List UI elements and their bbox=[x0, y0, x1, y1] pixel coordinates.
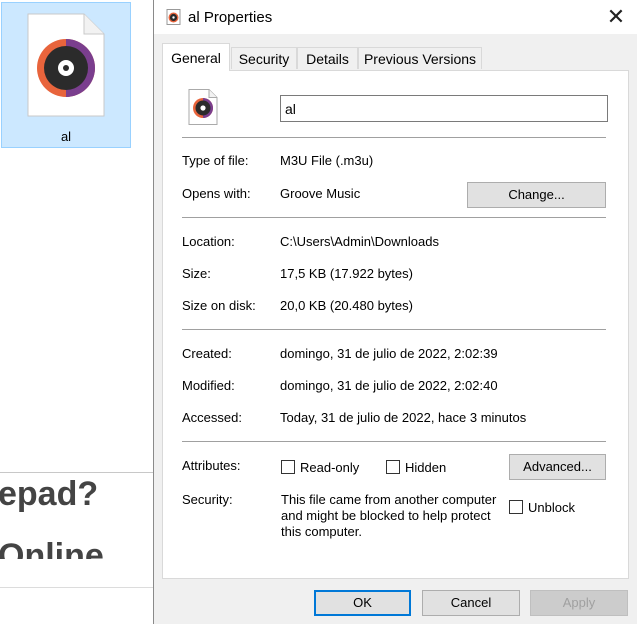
security-warning-line-3: this computer. bbox=[281, 524, 362, 539]
read-only-label[interactable]: Read-only bbox=[300, 460, 359, 475]
size-value: 17,5 KB (17.922 bytes) bbox=[280, 266, 413, 281]
separator bbox=[182, 329, 606, 330]
size-on-disk-label: Size on disk: bbox=[182, 298, 256, 313]
apply-button[interactable]: Apply bbox=[530, 590, 628, 616]
accessed-value: Today, 31 de julio de 2022, hace 3 minut… bbox=[280, 410, 527, 425]
window-title: al Properties bbox=[188, 9, 273, 26]
separator bbox=[182, 217, 606, 218]
location-value: C:\Users\Admin\Downloads bbox=[280, 234, 439, 249]
attributes-label: Attributes: bbox=[182, 458, 241, 473]
type-of-file-value: M3U File (.m3u) bbox=[280, 153, 374, 168]
advanced-button[interactable]: Advanced... bbox=[509, 454, 606, 480]
modified-value: domingo, 31 de julio de 2022, 2:02:40 bbox=[280, 378, 498, 393]
tab-general[interactable]: General bbox=[162, 43, 230, 71]
file-tile-label: al bbox=[60, 129, 72, 144]
properties-window: al Properties ✕ General Security Details… bbox=[153, 0, 637, 624]
cancel-button[interactable]: Cancel bbox=[422, 590, 520, 616]
unblock-checkbox[interactable] bbox=[509, 500, 523, 514]
security-warning-line-2: and might be blocked to help protect bbox=[281, 508, 491, 523]
tab-details[interactable]: Details bbox=[297, 47, 358, 69]
opens-with-value: Groove Music bbox=[280, 186, 361, 201]
modified-label: Modified: bbox=[182, 378, 235, 393]
opens-with-label: Opens with: bbox=[182, 186, 251, 201]
unblock-label[interactable]: Unblock bbox=[528, 500, 575, 515]
file-tile[interactable]: al bbox=[1, 2, 131, 148]
background-heading-1: epad? bbox=[0, 475, 99, 513]
location-label: Location: bbox=[182, 234, 235, 249]
type-of-file-label: Type of file: bbox=[182, 153, 249, 168]
title-music-icon bbox=[166, 9, 182, 25]
security-warning-line-1: This file came from another computer bbox=[281, 492, 497, 507]
read-only-checkbox[interactable] bbox=[281, 460, 295, 474]
background-heading-2: Online bbox=[0, 537, 104, 559]
close-icon[interactable]: ✕ bbox=[604, 5, 628, 29]
tab-previous-versions[interactable]: Previous Versions bbox=[358, 47, 482, 69]
background-divider bbox=[0, 587, 154, 588]
separator bbox=[182, 137, 606, 138]
created-label: Created: bbox=[182, 346, 232, 361]
ok-button[interactable]: OK bbox=[314, 590, 411, 616]
hidden-label[interactable]: Hidden bbox=[405, 460, 446, 475]
file-type-icon bbox=[188, 89, 218, 125]
hidden-checkbox[interactable] bbox=[386, 460, 400, 474]
security-label: Security: bbox=[182, 492, 233, 507]
size-on-disk-value: 20,0 KB (20.480 bytes) bbox=[280, 298, 413, 313]
file-name-input[interactable] bbox=[280, 95, 608, 122]
title-bar[interactable]: al Properties ✕ bbox=[154, 0, 637, 34]
background-webpage: epad? Online bbox=[0, 472, 154, 625]
tab-security[interactable]: Security bbox=[231, 47, 297, 69]
accessed-label: Accessed: bbox=[182, 410, 242, 425]
created-value: domingo, 31 de julio de 2022, 2:02:39 bbox=[280, 346, 498, 361]
change-button[interactable]: Change... bbox=[467, 182, 606, 208]
separator bbox=[182, 441, 606, 442]
size-label: Size: bbox=[182, 266, 211, 281]
file-document-icon bbox=[26, 13, 106, 117]
